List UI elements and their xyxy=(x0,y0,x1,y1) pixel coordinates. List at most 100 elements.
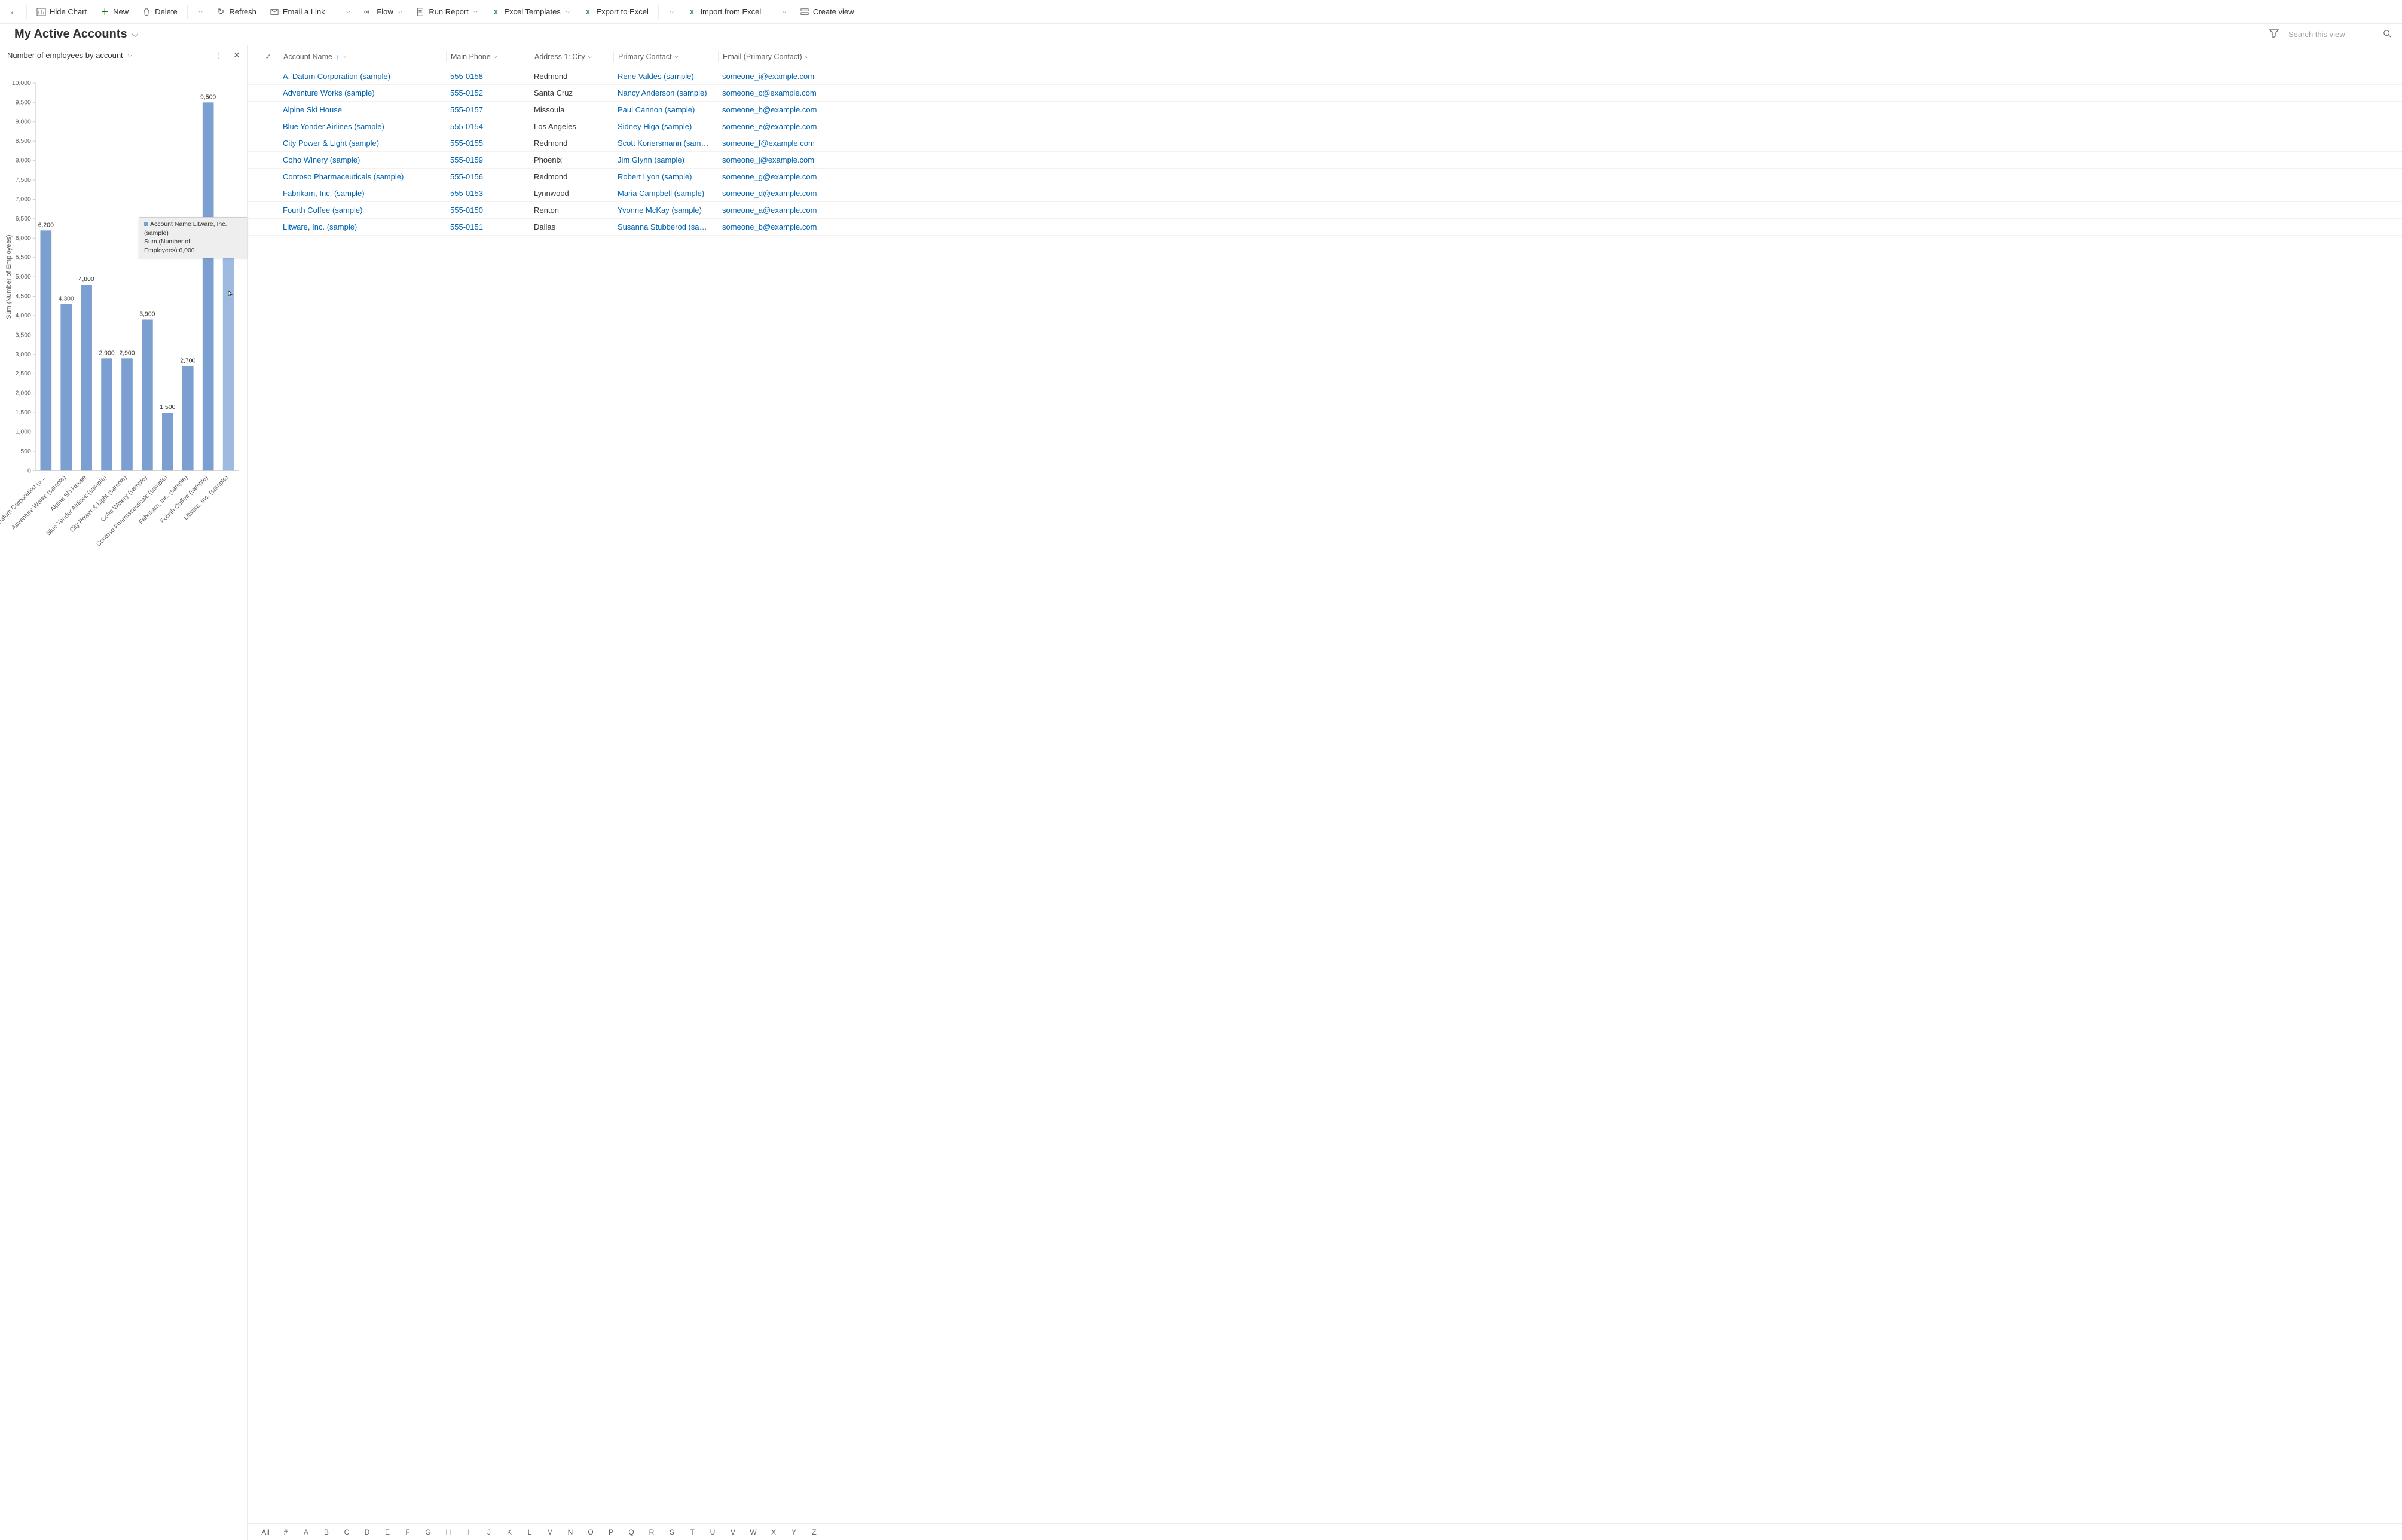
cell-email[interactable]: someone_a@example.com xyxy=(717,206,2402,215)
cell-primary-contact[interactable]: Paul Cannon (sample) xyxy=(613,105,717,114)
cell-account-name[interactable]: Contoso Pharmaceuticals (sample) xyxy=(278,172,445,181)
cell-main-phone[interactable]: 555-0154 xyxy=(445,122,529,131)
column-header-primary-contact[interactable]: Primary Contact ⌵ xyxy=(613,45,717,68)
cell-account-name[interactable]: Adventure Works (sample) xyxy=(278,88,445,97)
chart-bar[interactable] xyxy=(223,238,234,470)
alpha-item[interactable]: E xyxy=(377,1528,398,1536)
cell-main-phone[interactable]: 555-0155 xyxy=(445,139,529,148)
alpha-item[interactable]: T xyxy=(682,1528,702,1536)
cell-account-name[interactable]: Litware, Inc. (sample) xyxy=(278,222,445,231)
table-row[interactable]: Alpine Ski House555-0157MissoulaPaul Can… xyxy=(248,102,2402,118)
alpha-item[interactable]: Y xyxy=(784,1528,804,1536)
alpha-item[interactable]: L xyxy=(519,1528,540,1536)
cell-primary-contact[interactable]: Susanna Stubberod (sample) xyxy=(613,222,717,231)
view-selector-chevron-icon[interactable]: ⌵ xyxy=(132,29,139,39)
table-row[interactable]: Coho Winery (sample)555-0159PhoenixJim G… xyxy=(248,152,2402,169)
chart-bar[interactable] xyxy=(182,366,194,470)
alpha-item[interactable]: V xyxy=(723,1528,743,1536)
alpha-item[interactable]: P xyxy=(601,1528,621,1536)
chart-bar[interactable] xyxy=(162,412,173,470)
alpha-item[interactable]: I xyxy=(459,1528,479,1536)
cell-primary-contact[interactable]: Jim Glynn (sample) xyxy=(613,155,717,164)
cell-primary-contact[interactable]: Scott Konersmann (sample) xyxy=(613,139,717,148)
cell-account-name[interactable]: Blue Yonder Airlines (sample) xyxy=(278,122,445,131)
chart-close-button[interactable]: ✕ xyxy=(233,50,240,60)
flow-button[interactable]: Flow ⌵ xyxy=(357,3,408,21)
table-row[interactable]: Contoso Pharmaceuticals (sample)555-0156… xyxy=(248,169,2402,185)
cell-primary-contact[interactable]: Maria Campbell (sample) xyxy=(613,189,717,198)
cell-primary-contact[interactable]: Rene Valdes (sample) xyxy=(613,72,717,81)
table-row[interactable]: City Power & Light (sample)555-0155Redmo… xyxy=(248,135,2402,152)
export-excel-button[interactable]: x Export to Excel xyxy=(577,3,654,21)
delete-button[interactable]: Delete xyxy=(136,3,184,21)
alpha-item[interactable]: C xyxy=(337,1528,357,1536)
cell-account-name[interactable]: Alpine Ski House xyxy=(278,105,445,114)
cell-account-name[interactable]: City Power & Light (sample) xyxy=(278,139,445,148)
alpha-item[interactable]: W xyxy=(743,1528,763,1536)
chart-selector-chevron-icon[interactable]: ⌵ xyxy=(128,52,133,59)
chart-bar[interactable] xyxy=(203,102,214,470)
search-input[interactable] xyxy=(2287,28,2383,41)
cell-account-name[interactable]: Fabrikam, Inc. (sample) xyxy=(278,189,445,198)
alpha-item[interactable]: # xyxy=(276,1528,296,1536)
table-row[interactable]: Fourth Coffee (sample)555-0150RentonYvon… xyxy=(248,202,2402,219)
cell-email[interactable]: someone_b@example.com xyxy=(717,222,2402,231)
alpha-item[interactable]: Q xyxy=(621,1528,641,1536)
delete-split-button[interactable]: ⌵ xyxy=(191,3,209,21)
alpha-item[interactable]: All xyxy=(255,1528,276,1536)
chart-bar[interactable] xyxy=(101,358,112,470)
cell-email[interactable]: someone_h@example.com xyxy=(717,105,2402,114)
cell-account-name[interactable]: Fourth Coffee (sample) xyxy=(278,206,445,215)
cell-primary-contact[interactable]: Robert Lyon (sample) xyxy=(613,172,717,181)
refresh-button[interactable]: ↻ Refresh xyxy=(210,3,262,21)
hide-chart-button[interactable]: Hide Chart xyxy=(30,3,93,21)
alpha-item[interactable]: Z xyxy=(804,1528,824,1536)
cell-main-phone[interactable]: 555-0150 xyxy=(445,206,529,215)
cell-email[interactable]: someone_c@example.com xyxy=(717,88,2402,97)
chart-bar[interactable] xyxy=(142,319,153,470)
chart-bar[interactable] xyxy=(121,358,133,470)
column-header-account-name[interactable]: Account Name ↑ ⌵ xyxy=(278,45,445,68)
alpha-item[interactable]: R xyxy=(641,1528,662,1536)
cell-primary-contact[interactable]: Nancy Anderson (sample) xyxy=(613,88,717,97)
cell-email[interactable]: someone_i@example.com xyxy=(717,72,2402,81)
alpha-item[interactable]: O xyxy=(580,1528,601,1536)
import-excel-split-button[interactable]: ⌵ xyxy=(775,3,793,21)
chart-bar[interactable] xyxy=(81,285,92,470)
export-excel-split-button[interactable]: ⌵ xyxy=(662,3,680,21)
column-header-email[interactable]: Email (Primary Contact) ⌵ xyxy=(717,45,2402,68)
alpha-item[interactable]: N xyxy=(560,1528,580,1536)
back-button[interactable]: ← xyxy=(5,3,23,21)
bar-chart[interactable]: 05001,0001,5002,0002,5003,0003,5004,0004… xyxy=(0,65,247,1540)
cell-main-phone[interactable]: 555-0158 xyxy=(445,72,529,81)
cell-main-phone[interactable]: 555-0159 xyxy=(445,155,529,164)
cell-main-phone[interactable]: 555-0157 xyxy=(445,105,529,114)
alpha-item[interactable]: K xyxy=(499,1528,519,1536)
table-row[interactable]: A. Datum Corporation (sample)555-0158Red… xyxy=(248,68,2402,85)
alpha-item[interactable]: H xyxy=(438,1528,459,1536)
alpha-item[interactable]: A xyxy=(296,1528,316,1536)
table-row[interactable]: Litware, Inc. (sample)555-0151DallasSusa… xyxy=(248,219,2402,236)
column-header-city[interactable]: Address 1: City ⌵ xyxy=(529,45,613,68)
import-excel-button[interactable]: x Import from Excel xyxy=(681,3,767,21)
chart-bar[interactable] xyxy=(60,304,72,471)
chart-more-button[interactable]: ⋮ xyxy=(215,51,222,60)
email-link-button[interactable]: Email a Link xyxy=(264,3,331,21)
alpha-item[interactable]: D xyxy=(357,1528,377,1536)
cell-email[interactable]: someone_f@example.com xyxy=(717,139,2402,148)
cell-main-phone[interactable]: 555-0151 xyxy=(445,222,529,231)
table-row[interactable]: Fabrikam, Inc. (sample)555-0153LynnwoodM… xyxy=(248,185,2402,202)
cell-primary-contact[interactable]: Sidney Higa (sample) xyxy=(613,122,717,131)
cell-account-name[interactable]: Coho Winery (sample) xyxy=(278,155,445,164)
alpha-item[interactable]: B xyxy=(316,1528,337,1536)
column-header-select-all[interactable]: ✓ xyxy=(248,45,278,68)
table-row[interactable]: Blue Yonder Airlines (sample)555-0154Los… xyxy=(248,118,2402,135)
email-link-split-button[interactable]: ⌵ xyxy=(339,3,357,21)
search-icon[interactable] xyxy=(2383,29,2391,39)
cell-account-name[interactable]: A. Datum Corporation (sample) xyxy=(278,72,445,81)
alpha-item[interactable]: X xyxy=(763,1528,784,1536)
cell-main-phone[interactable]: 555-0156 xyxy=(445,172,529,181)
cell-main-phone[interactable]: 555-0153 xyxy=(445,189,529,198)
excel-templates-button[interactable]: x Excel Templates ⌵ xyxy=(485,3,576,21)
filter-icon[interactable] xyxy=(2269,29,2279,40)
